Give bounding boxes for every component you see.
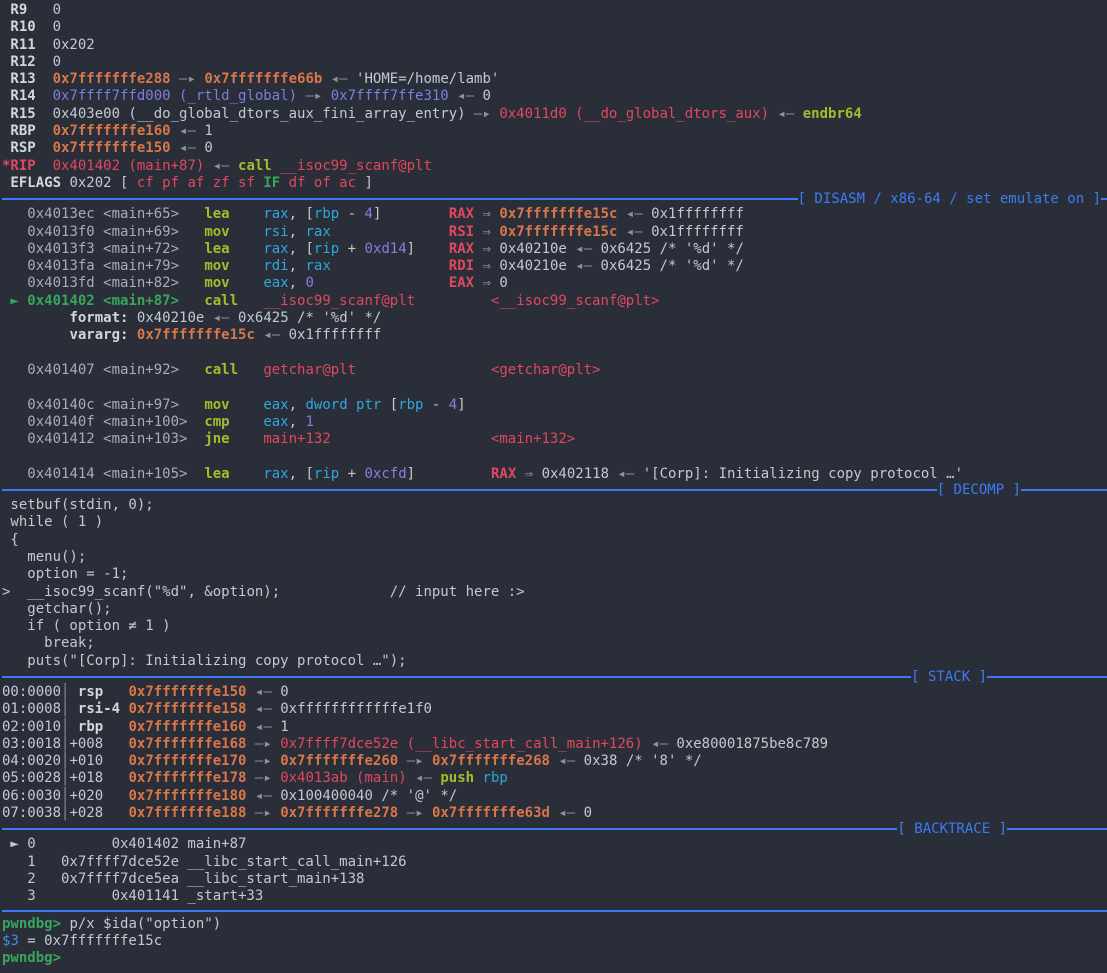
terminal-line: ► 0 0x401402 main+87	[2, 836, 1107, 853]
terminal-line: format: 0x40210e ◂— 0x6425 /* '%d' */	[2, 310, 1107, 327]
terminal-line: 0x401414 <main+105> lea rax, [rip + 0xcf…	[2, 466, 1107, 483]
terminal-line: R11 0x202	[2, 37, 1107, 54]
terminal-line: R10 0	[2, 19, 1107, 36]
divider-rule	[2, 828, 897, 830]
terminal-line: 0x40140f <main+100> cmp eax, 1	[2, 414, 1107, 431]
terminal-line: 1 0x7ffff7dce52e __libc_start_call_main+…	[2, 854, 1107, 871]
terminal-line: 03:0018│+008 0x7fffffffe168 —▸ 0x7ffff7d…	[2, 736, 1107, 753]
disasm-divider: [ DISASM / x86-64 / set emulate on ]	[2, 192, 1107, 206]
terminal-line: 04:0020│+010 0x7fffffffe170 —▸ 0x7ffffff…	[2, 753, 1107, 770]
terminal-line: option = -1;	[2, 566, 1107, 583]
terminal-line: ► 0x401402 <main+87> call __isoc99_scanf…	[2, 293, 1107, 310]
backtrace-header-label: [ BACKTRACE ]	[897, 822, 1007, 836]
terminal-line: $3 = 0x7fffffffe15c	[2, 933, 1107, 950]
divider-rule	[2, 676, 911, 678]
terminal-line: {	[2, 532, 1107, 549]
terminal-line: 3 0x401141 _start+33	[2, 888, 1107, 905]
divider-rule	[1007, 828, 1107, 830]
terminal-line: R14 0x7ffff7ffd000 (_rtld_global) —▸ 0x7…	[2, 88, 1107, 105]
terminal-line: menu();	[2, 549, 1107, 566]
terminal-line: 02:0010│ rbp 0x7fffffffe160 ◂— 1	[2, 719, 1107, 736]
divider-rule	[2, 489, 937, 491]
decomp-divider: [ DECOMP ]	[2, 483, 1107, 497]
divider-rule	[2, 910, 1107, 912]
terminal-line: RBP 0x7fffffffe160 ◂— 1	[2, 123, 1107, 140]
prompt-divider	[2, 906, 1107, 916]
terminal-line: 0x4013f3 <main+72> lea rax, [rip + 0xd14…	[2, 241, 1107, 258]
stack-panel: 00:0000│ rsp 0x7fffffffe150 ◂— 001:0008│…	[2, 684, 1107, 822]
terminal-line: 0x4013ec <main+65> lea rax, [rbp - 4] RA…	[2, 206, 1107, 223]
divider-rule	[2, 198, 798, 200]
disasm-header-label: [ DISASM / x86-64 / set emulate on ]	[798, 192, 1101, 206]
terminal-line: RSP 0x7fffffffe150 ◂— 0	[2, 140, 1107, 157]
terminal-line: EFLAGS 0x202 [ cf pf af zf sf IF df of a…	[2, 175, 1107, 192]
decomp-panel: setbuf(stdin, 0); while ( 1 ) { menu(); …	[2, 497, 1107, 670]
terminal-line: 0x4013fa <main+79> mov rdi, rax RDI ⇒ 0x…	[2, 258, 1107, 275]
pwndbg-terminal[interactable]: R9 0 R10 0 R11 0x202 R12 0 R13 0x7ffffff…	[0, 0, 1107, 973]
terminal-line: pwndbg> p/x $ida("option")	[2, 916, 1107, 933]
terminal-line: 00:0000│ rsp 0x7fffffffe150 ◂— 0	[2, 684, 1107, 701]
terminal-line: puts("[Corp]: Initializing copy protocol…	[2, 653, 1107, 670]
terminal-line: break;	[2, 635, 1107, 652]
terminal-line: 05:0028│+018 0x7fffffffe178 —▸ 0x4013ab …	[2, 770, 1107, 787]
terminal-line: R12 0	[2, 54, 1107, 71]
terminal-line: setbuf(stdin, 0);	[2, 497, 1107, 514]
terminal-line	[2, 379, 1107, 396]
decomp-header-label: [ DECOMP ]	[937, 483, 1021, 497]
stack-header-label: [ STACK ]	[911, 670, 987, 684]
stack-divider: [ STACK ]	[2, 670, 1107, 684]
terminal-line: R15 0x403e00 (__do_global_dtors_aux_fini…	[2, 106, 1107, 123]
backtrace-panel: ► 0 0x401402 main+87 1 0x7ffff7dce52e __…	[2, 836, 1107, 905]
terminal-line: getchar();	[2, 601, 1107, 618]
terminal-line: 0x40140c <main+97> mov eax, dword ptr [r…	[2, 397, 1107, 414]
divider-rule	[987, 676, 1107, 678]
terminal-line: 01:0008│ rsi-4 0x7fffffffe158 ◂— 0xfffff…	[2, 701, 1107, 718]
disasm-panel: 0x4013ec <main+65> lea rax, [rbp - 4] RA…	[2, 206, 1107, 483]
terminal-line: vararg: 0x7fffffffe15c ◂— 0x1ffffffff	[2, 327, 1107, 344]
terminal-line: 0x401407 <main+92> call getchar@plt <get…	[2, 362, 1107, 379]
terminal-line: while ( 1 )	[2, 514, 1107, 531]
terminal-line	[2, 345, 1107, 362]
divider-rule	[1021, 489, 1107, 491]
terminal-line	[2, 448, 1107, 465]
terminal-line: R13 0x7fffffffe288 —▸ 0x7fffffffe66b ◂— …	[2, 71, 1107, 88]
terminal-line: 0x401412 <main+103> jne main+132 <main+1…	[2, 431, 1107, 448]
registers-panel: R9 0 R10 0 R11 0x202 R12 0 R13 0x7ffffff…	[2, 2, 1107, 192]
terminal-line: *RIP 0x401402 (main+87) ◂— call __isoc99…	[2, 158, 1107, 175]
backtrace-divider: [ BACKTRACE ]	[2, 822, 1107, 836]
terminal-line: pwndbg>	[2, 950, 1107, 967]
terminal-line: 0x4013f0 <main+69> mov rsi, rax RSI ⇒ 0x…	[2, 224, 1107, 241]
terminal-line: R9 0	[2, 2, 1107, 19]
terminal-line: 0x4013fd <main+82> mov eax, 0 EAX ⇒ 0	[2, 275, 1107, 292]
terminal-line: 06:0030│+020 0x7fffffffe180 ◂— 0x1004000…	[2, 788, 1107, 805]
command-prompt-panel[interactable]: pwndbg> p/x $ida("option")$3 = 0x7ffffff…	[2, 916, 1107, 968]
terminal-line: 07:0038│+028 0x7fffffffe188 —▸ 0x7ffffff…	[2, 805, 1107, 822]
terminal-line: > __isoc99_scanf("%d", &option); // inpu…	[2, 584, 1107, 601]
terminal-line: 2 0x7ffff7dce5ea __libc_start_main+138	[2, 871, 1107, 888]
divider-rule	[1101, 198, 1107, 200]
terminal-line: if ( option ≠ 1 )	[2, 618, 1107, 635]
